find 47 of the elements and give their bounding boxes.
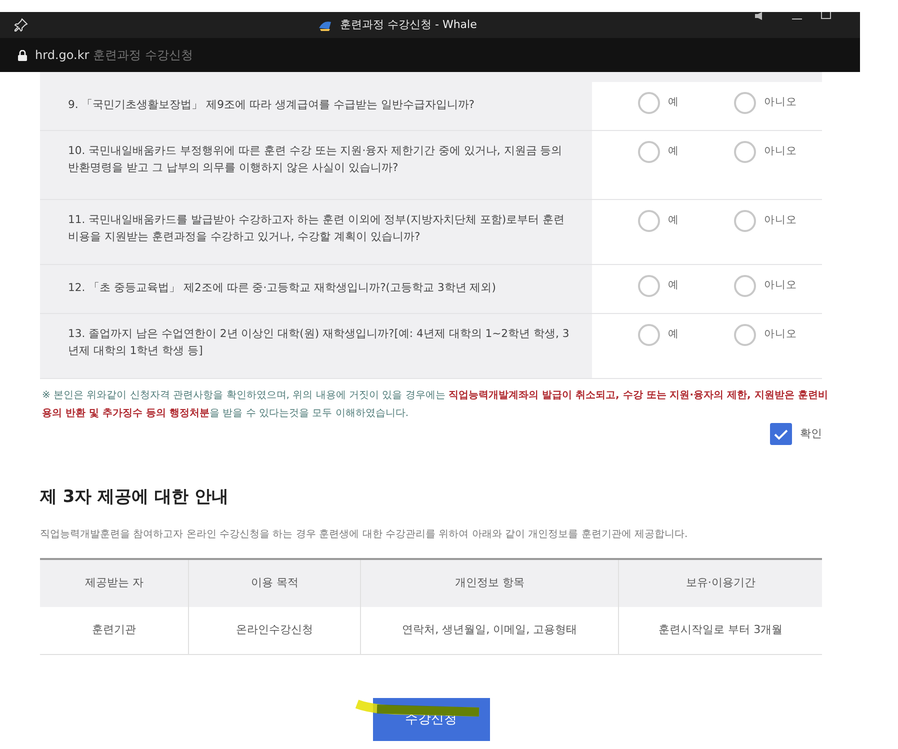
radio-button[interactable] — [734, 210, 756, 232]
table-cell: 훈련시작일로 부터 3개월 — [618, 606, 822, 654]
column-header: 보유·이용기간 — [618, 558, 822, 606]
maximize-icon[interactable] — [821, 12, 831, 19]
radio-button[interactable] — [734, 324, 756, 346]
option-label: 예 — [668, 327, 679, 342]
confirm-label: 확인 — [800, 426, 822, 442]
option-label: 예 — [668, 278, 679, 294]
radio-button[interactable] — [734, 275, 756, 297]
column-header: 제공받는 자 — [40, 558, 189, 606]
column-header: 이용 목적 — [188, 558, 361, 606]
pin-icon[interactable] — [14, 18, 28, 32]
question-text: 9. 「국민기초생활보장법」 제9조에 따라 생계급여를 수급받는 일반수급자입니까? — [68, 97, 474, 113]
option-label: 아니오 — [764, 327, 797, 342]
option-label: 아니오 — [764, 278, 797, 294]
section-heading: 제 3자 제공에 대한 안내 — [40, 486, 230, 509]
option-label: 예 — [668, 95, 679, 110]
table-cell: 훈련기관 — [40, 606, 189, 654]
column-header: 개인정보 항목 — [360, 558, 619, 606]
radio-button[interactable] — [638, 92, 660, 114]
question-text: 13. 졸업까지 남은 수업연한이 2년 이상인 대학(원) 재학생입니까?[예: 4년제 대학의 1~2학년 학생, 3년제 대학의 1학년 학생 등] — [68, 326, 570, 359]
check-icon — [774, 428, 788, 440]
radio-button[interactable] — [734, 141, 756, 163]
address-bar[interactable]: hrd.go.kr 훈련과정 수강신청 — [0, 38, 860, 72]
radio-button[interactable] — [638, 275, 660, 297]
option-label: 아니오 — [764, 95, 797, 110]
notice-text: ※ 본인은 위와같이 신청자격 관련사항을 확인하였으며, 위의 내용에 거짓이 있을 경우에는 직업능력개발계좌의 발급이 취소되고, 수강 또는 지원·융자의 제한, 지원받은 훈련비용의 반환 및 추가징수 등의 행정처분을 받을 수 있다는것을 모두 이해하였습니다. — [42, 389, 829, 421]
table-cell: 온라인수강신청 — [188, 606, 361, 654]
question-text: 11. 국민내일배움카드를 발급받아 수강하고자 하는 훈련 이외에 정부(지방자치단체 포함)로부터 훈련비용을 지원받는 훈련과정을 수강하고 있거나, 수강할 계획이 있습니까? — [68, 212, 566, 245]
radio-button[interactable] — [638, 324, 660, 346]
lock-icon — [18, 50, 27, 60]
window-title: 훈련과정 수강신청 - Whale — [340, 16, 477, 33]
url-host: hrd.go.kr — [35, 47, 90, 64]
radio-button[interactable] — [638, 141, 660, 163]
option-label: 아니오 — [764, 213, 797, 228]
table-cell: 연락처, 생년월일, 이메일, 고용형태 — [360, 606, 619, 654]
page-title: 훈련과정 수강신청 — [93, 47, 194, 64]
confirm-checkbox[interactable] — [770, 423, 792, 445]
browser-icon — [318, 19, 332, 31]
section-description: 직업능력개발훈련을 참여하고자 온라인 수강신청을 하는 경우 훈련생에 대한 수강관리를 위하여 아래와 같이 개인정보를 훈련기관에 제공합니다. — [40, 528, 689, 542]
option-label: 아니오 — [764, 144, 797, 160]
radio-button[interactable] — [734, 92, 756, 114]
question-text: 12. 「초 중등교육법」 제2조에 따른 중·고등학교 재학생입니까?(고등학교 3학년 제외) — [68, 280, 496, 296]
option-label: 예 — [668, 144, 679, 160]
radio-button[interactable] — [638, 210, 660, 232]
question-text: 10. 국민내일배움카드 부정행위에 따른 훈련 수강 또는 지원·융자 제한기간 중에 있거나, 지원금 등의 반환명령을 받고 그 납부의 의무를 이행하지 않은 사실이 있습니까? — [68, 143, 564, 176]
option-label: 예 — [668, 213, 679, 228]
